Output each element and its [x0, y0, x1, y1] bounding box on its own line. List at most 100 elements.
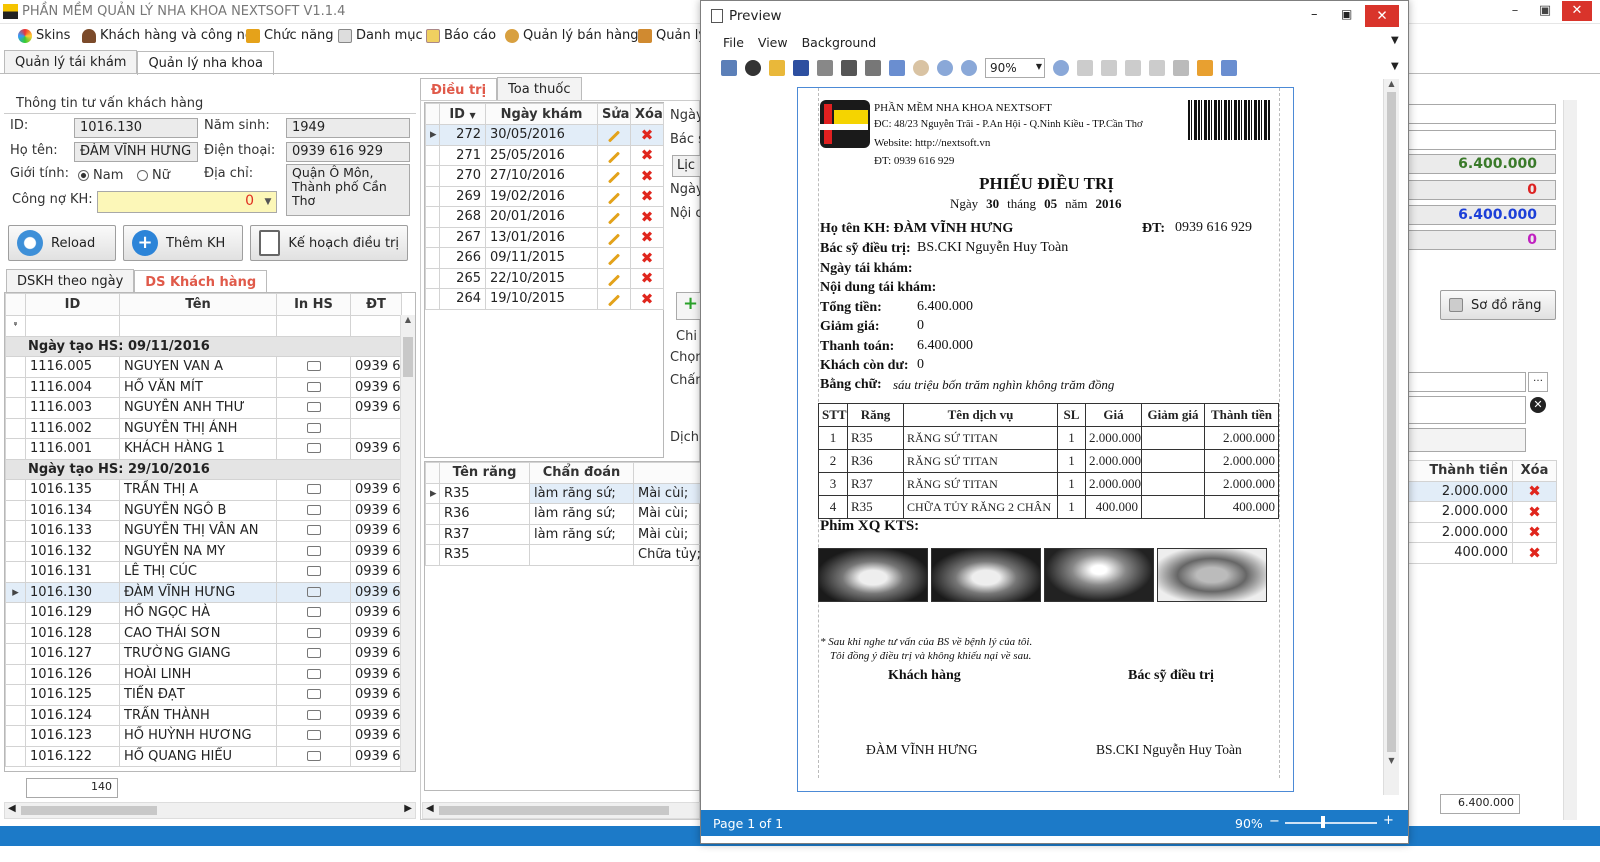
preview-menu-file[interactable]: File — [723, 35, 744, 50]
combo-1[interactable] — [1404, 104, 1556, 124]
chevron-down-icon[interactable]: ▼ — [1391, 61, 1399, 72]
scroll-thumb[interactable] — [1387, 92, 1396, 752]
delete-icon[interactable]: ✖ — [641, 228, 654, 246]
print-cell[interactable] — [276, 663, 351, 685]
debt-field[interactable]: 0 — [97, 191, 277, 213]
table-row[interactable]: 1016.125 TIẾN ĐẠT 0939 6 — [5, 684, 402, 706]
zoom-out-icon[interactable] — [961, 60, 977, 76]
print-cell[interactable] — [276, 745, 351, 767]
table-row[interactable]: 1116.003 NGUYỄN ANH THƯ 0939 6 — [5, 397, 402, 419]
tab-prescription[interactable]: Toa thuốc — [497, 77, 582, 101]
printer-icon[interactable] — [306, 607, 321, 618]
edit-cell[interactable] — [597, 206, 631, 228]
scroll-left-icon[interactable]: ◀ — [426, 803, 434, 814]
table-row[interactable]: R35 Chữa tủy; — [425, 544, 702, 566]
id-field[interactable]: 1016.130 — [74, 118, 198, 138]
table-row[interactable]: 1116.001 KHÁCH HÀNG 1 0939 6 — [5, 438, 402, 460]
edit-cell[interactable] — [597, 124, 631, 146]
edit-cell[interactable] — [597, 185, 631, 207]
col-diagnosis[interactable]: Chẩn đoán — [529, 462, 634, 484]
page-color-icon[interactable] — [1197, 60, 1213, 76]
filter-icon[interactable]: ᵠ — [5, 315, 26, 337]
table-row[interactable]: 1016.127 TRƯỜNG GIANG 0939 6 — [5, 643, 402, 665]
preview-menu-view[interactable]: View — [758, 35, 788, 50]
menu-reports[interactable]: Báo cáo — [426, 28, 496, 43]
printer-icon[interactable] — [306, 709, 321, 720]
table-row[interactable]: 1016.122 HỒ QUANG HIẾU 0939 6 — [5, 745, 402, 767]
service-field[interactable] — [1404, 428, 1526, 452]
zoom-in-button[interactable]: + — [1383, 813, 1394, 828]
print-cell[interactable] — [276, 725, 351, 747]
table-row[interactable]: ▸ R35 làm răng sứ; Mài cùi; — [425, 482, 702, 504]
zoom-out-button[interactable]: − — [1269, 814, 1280, 829]
phone-field[interactable]: 0939 616 929 — [286, 142, 410, 162]
delete-cell[interactable]: ✖ — [1512, 480, 1557, 502]
delete-icon[interactable]: ✖ — [641, 290, 654, 308]
delete-icon[interactable]: ✖ — [1528, 523, 1541, 541]
zoom-slider[interactable] — [1285, 822, 1377, 824]
print-cell[interactable] — [276, 540, 351, 562]
col-tooth[interactable]: Tên răng — [439, 462, 530, 484]
delete-icon[interactable]: ✖ — [641, 126, 654, 144]
menu-customers[interactable]: Khách hàng và công nợ — [82, 28, 253, 43]
delete-icon[interactable]: ✖ — [641, 208, 654, 226]
table-row[interactable]: 400.000 ✖ — [1404, 542, 1557, 564]
delete-cell[interactable]: ✖ — [1512, 542, 1557, 564]
table-row[interactable]: 1116.004 HỒ VĂN MÍT 0939 6 — [5, 376, 402, 398]
scroll-down-icon[interactable]: ▼ — [1384, 756, 1399, 765]
col-delete[interactable]: Xóa — [630, 103, 664, 125]
chevron-down-icon[interactable]: ▼ — [1391, 35, 1399, 46]
edit-cell[interactable] — [597, 165, 631, 187]
menu-manage[interactable]: Quản lý — [638, 28, 706, 43]
delete-cell[interactable]: ✖ — [630, 206, 664, 228]
printer-icon[interactable] — [306, 422, 321, 433]
printer-icon[interactable] — [306, 627, 321, 638]
zoom-in-icon[interactable] — [1053, 60, 1069, 76]
print-cell[interactable] — [276, 643, 351, 665]
printer-icon[interactable] — [306, 504, 321, 515]
print-cell[interactable] — [276, 397, 351, 419]
print-cell[interactable] — [276, 561, 351, 583]
quick-print-icon[interactable] — [865, 60, 881, 76]
paid-field[interactable]: 6.400.000 — [1404, 205, 1556, 225]
group-row[interactable]: Ngày tạo HS: 09/11/2016 — [5, 335, 402, 357]
filter-cell[interactable] — [350, 315, 402, 337]
pencil-icon[interactable] — [607, 192, 621, 205]
print-cell[interactable] — [276, 499, 351, 521]
delete-icon[interactable]: ✖ — [641, 146, 654, 164]
schedule-button[interactable]: Lịc — [672, 155, 700, 177]
table-row[interactable]: 1016.123 HỒ HUỲNH HƯƠNG 0939 6 — [5, 725, 402, 747]
close-button[interactable]: ✕ — [1562, 1, 1592, 21]
table-row[interactable]: 270 27/10/2016 ✖ — [425, 165, 664, 187]
preview-maximize-button[interactable]: ▣ — [1341, 7, 1352, 21]
hand-tool-icon[interactable] — [913, 60, 929, 76]
zoom-slider-thumb[interactable] — [1321, 816, 1325, 828]
table-row[interactable]: R36 làm răng sứ; Mài cùi; — [425, 503, 702, 525]
table-row[interactable]: 271 25/05/2016 ✖ — [425, 144, 664, 166]
print-cell[interactable] — [276, 520, 351, 542]
table-row[interactable]: 264 19/10/2015 ✖ — [425, 288, 664, 310]
delete-cell[interactable]: ✖ — [630, 267, 664, 289]
pencil-icon[interactable] — [607, 212, 621, 225]
tab-customer-list[interactable]: DS Khách hàng — [134, 270, 268, 294]
prev-page-icon[interactable] — [1101, 60, 1117, 76]
menu-functions[interactable]: Chức năng — [246, 28, 334, 43]
page-setup-icon[interactable] — [817, 60, 833, 76]
tab-dental[interactable]: Quản lý nha khoa — [137, 51, 274, 75]
pencil-icon[interactable] — [607, 171, 621, 184]
edit-cell[interactable] — [597, 144, 631, 166]
filter-cell[interactable] — [119, 315, 277, 337]
col-print[interactable]: In HS — [276, 293, 351, 316]
pencil-icon[interactable] — [607, 253, 621, 266]
printer-icon[interactable] — [306, 689, 321, 700]
save-icon[interactable] — [793, 60, 809, 76]
edit-cell[interactable] — [597, 288, 631, 310]
table-row[interactable]: 1016.133 NGUYỄN THỊ VÂN AN 0939 6 — [5, 520, 402, 542]
print-cell[interactable] — [276, 376, 351, 398]
add-customer-button[interactable]: + Thêm KH — [123, 225, 243, 261]
preview-vscroll[interactable]: ▲ ▼ — [1383, 79, 1399, 795]
scroll-thumb[interactable] — [403, 337, 413, 377]
tooth-grid-hscroll[interactable]: ◀ — [422, 802, 700, 819]
printer-icon[interactable] — [306, 402, 321, 413]
tab-customers-by-date[interactable]: DSKH theo ngày — [6, 269, 135, 293]
